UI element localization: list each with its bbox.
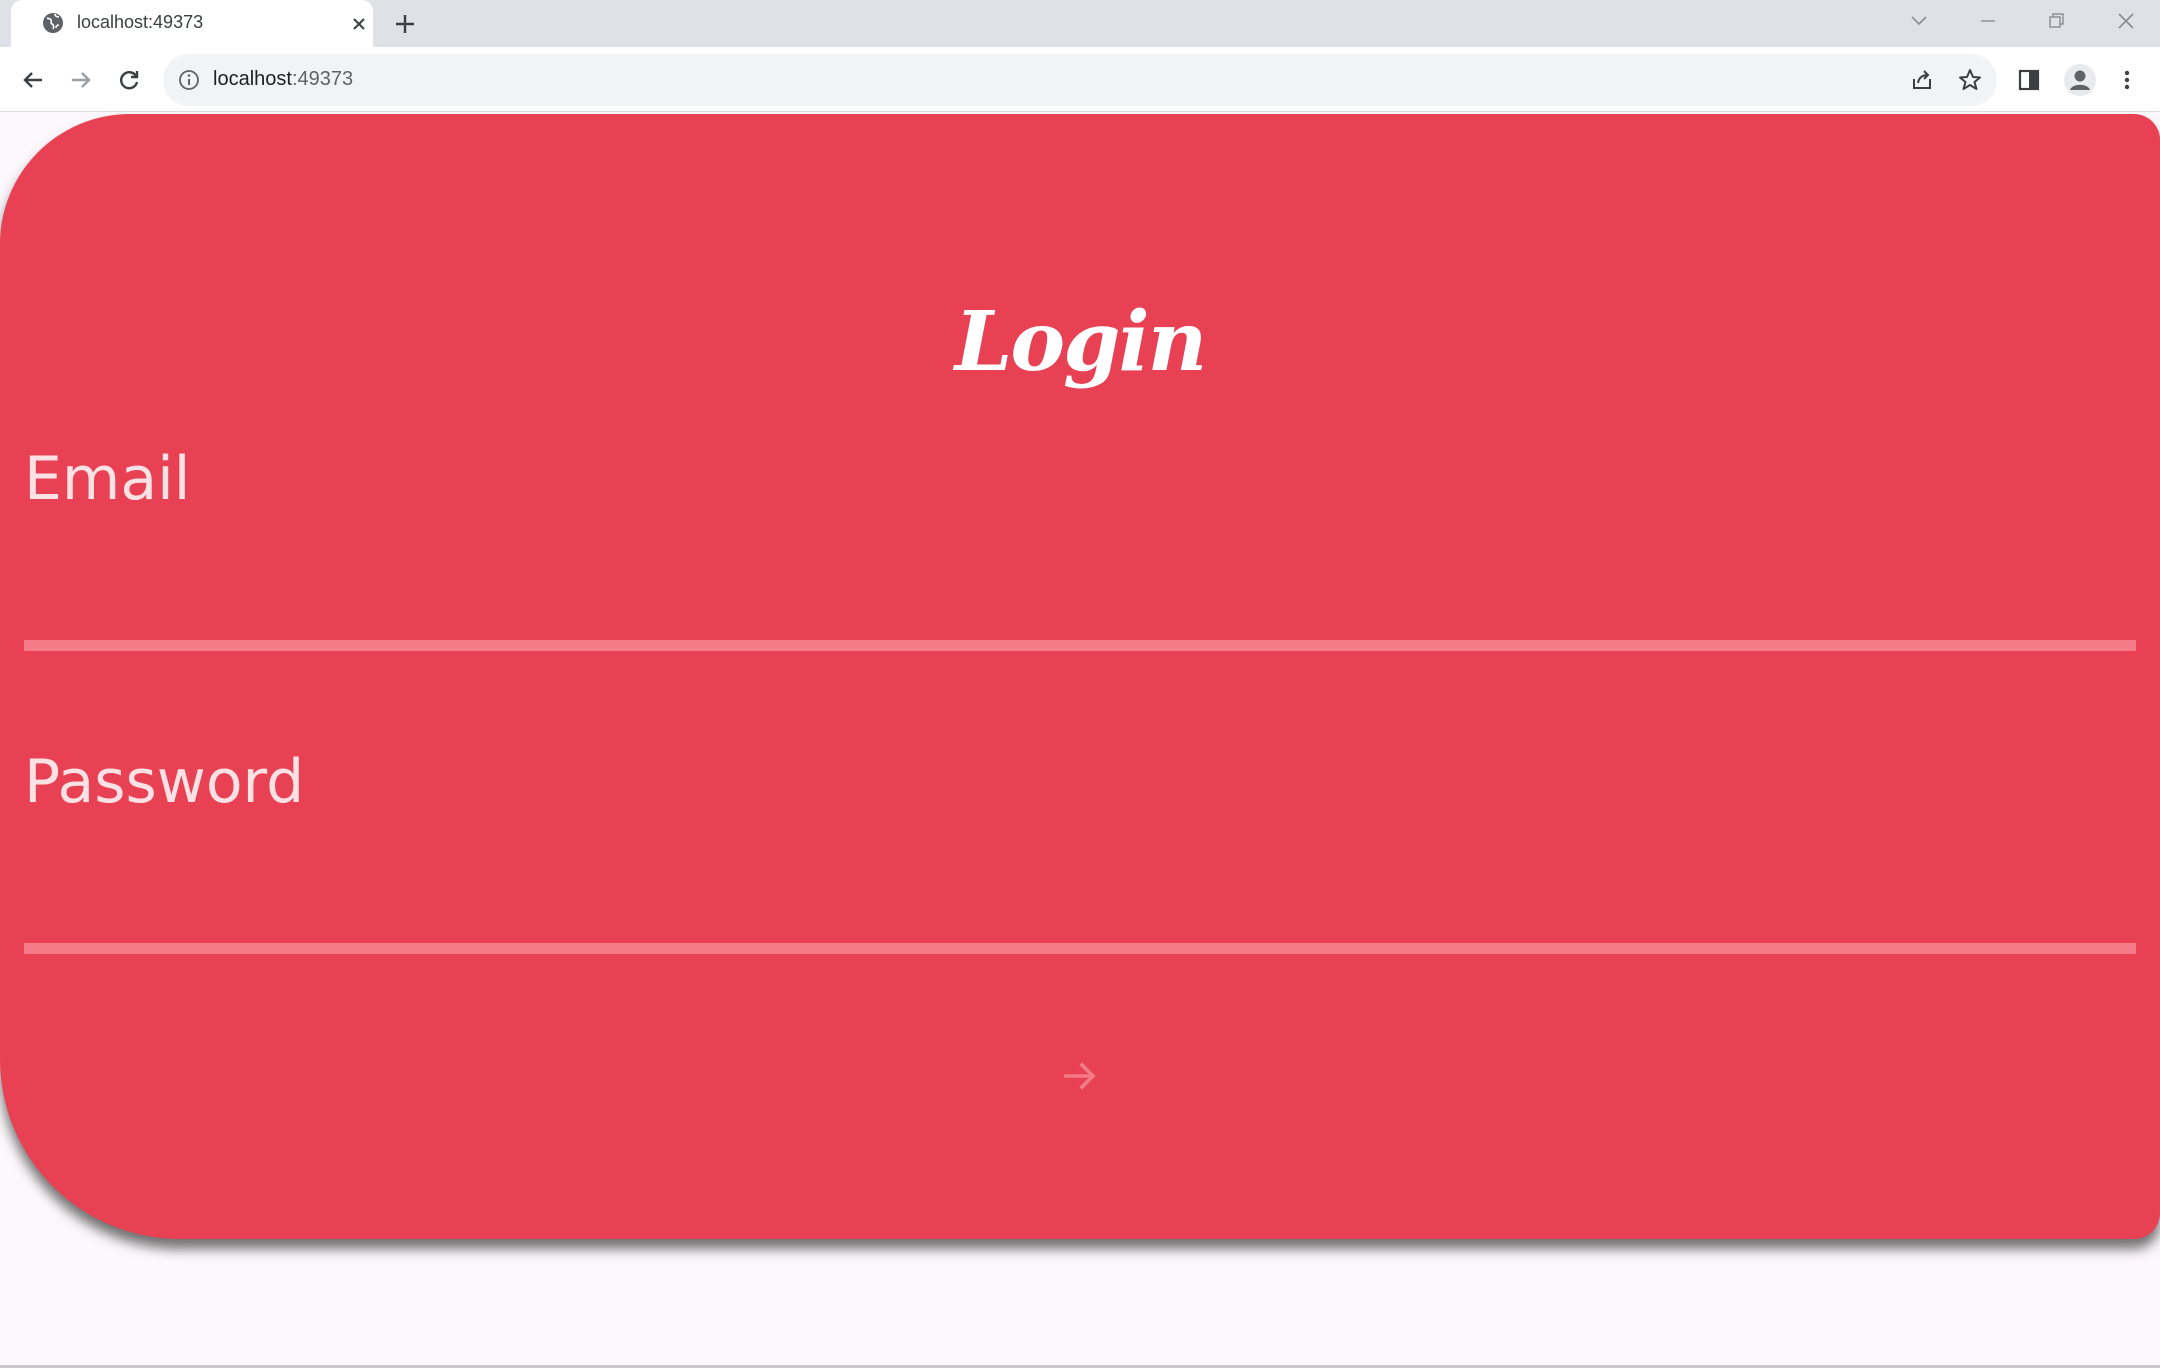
browser-tab[interactable]: localhost:49373 [11, 0, 373, 47]
url-host: localhost [213, 68, 292, 90]
profile-icon[interactable] [2064, 64, 2096, 96]
info-icon[interactable] [177, 68, 201, 92]
email-field[interactable] [24, 414, 2136, 564]
restore-icon[interactable] [2041, 6, 2071, 36]
url-text: localhost:49373 [213, 68, 353, 91]
kebab-menu-icon[interactable] [2112, 65, 2142, 95]
minimize-icon[interactable] [1973, 6, 2003, 36]
arrow-left-icon[interactable] [18, 65, 48, 95]
url-port: :49373 [291, 68, 354, 90]
globe-icon [43, 13, 63, 33]
chevron-down-icon[interactable] [1904, 6, 1934, 36]
profile-glyph-icon [2070, 70, 2090, 90]
browser-tabstrip: localhost:49373 [0, 0, 2160, 47]
arrow-right-icon[interactable] [66, 65, 96, 95]
side-panel-icon[interactable] [2014, 65, 2044, 95]
close-icon[interactable] [2111, 6, 2141, 36]
address-bar[interactable]: localhost:49373 [163, 54, 1997, 106]
tab-title: localhost:49373 [77, 12, 204, 32]
plus-icon[interactable] [391, 10, 419, 38]
browser-toolbar: localhost:49373 [0, 47, 2160, 112]
close-icon[interactable] [347, 12, 371, 36]
page-title: Login [954, 294, 1207, 390]
password-field[interactable] [24, 717, 2136, 867]
page-viewport: Login Email Password [0, 112, 2160, 1365]
arrow-right-icon [1064, 1062, 1096, 1090]
submit-button[interactable] [1056, 1052, 1104, 1100]
star-icon[interactable] [1955, 65, 1985, 95]
password-underline [24, 943, 2136, 954]
email-underline [24, 640, 2136, 651]
reload-icon[interactable] [114, 65, 144, 95]
share-icon[interactable] [1907, 65, 1937, 95]
login-card: Login Email Password [0, 114, 2160, 1239]
